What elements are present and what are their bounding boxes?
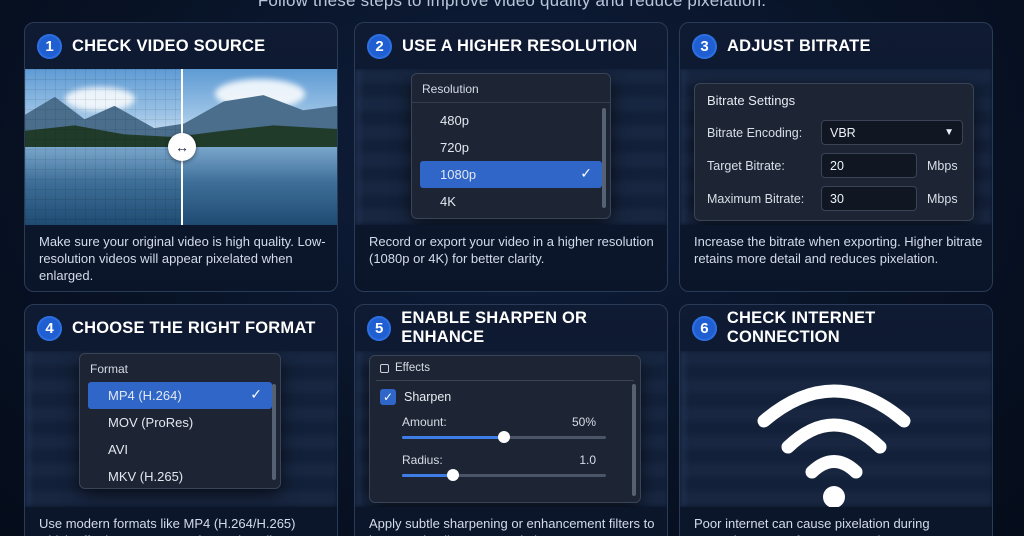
effects-icon bbox=[380, 363, 389, 373]
card-check-video-source: 1 CHECK VIDEO SOURCE ↔ Make sure your or… bbox=[24, 22, 338, 292]
step-number: 4 bbox=[37, 315, 62, 341]
encoding-value: VBR bbox=[830, 125, 856, 140]
target-row: Target Bitrate: 20 Mbps bbox=[695, 149, 973, 182]
chevron-down-icon: ▼ bbox=[944, 127, 954, 138]
sharpen-checkbox[interactable]: ✓ bbox=[380, 389, 396, 405]
option-mkv[interactable]: MKV (H.265) bbox=[88, 463, 272, 490]
card-header: 1 CHECK VIDEO SOURCE bbox=[25, 23, 337, 69]
effects-header: Effects bbox=[370, 356, 640, 380]
card-title: ADJUST BITRATE bbox=[727, 36, 871, 55]
radius-label: Radius: bbox=[402, 453, 443, 467]
step-number: 6 bbox=[692, 315, 717, 341]
check-icon: ✓ bbox=[250, 386, 262, 402]
resolution-visual: Resolution 480p 720p 1080p ✓ 4K bbox=[355, 69, 667, 225]
scrollbar[interactable] bbox=[602, 108, 606, 208]
card-title: CHECK VIDEO SOURCE bbox=[72, 36, 266, 55]
radius-value: 1.0 bbox=[579, 453, 596, 467]
amount-slider-fill bbox=[402, 436, 504, 439]
step-number: 3 bbox=[692, 33, 717, 59]
card-description: Use modern formats like MP4 (H.264/H.265… bbox=[39, 516, 296, 536]
option-1080p[interactable]: 1080p ✓ bbox=[420, 161, 602, 188]
bitrate-settings-panel: Bitrate Settings Bitrate Encoding: VBR ▼… bbox=[694, 83, 974, 221]
dropdown-title: Format bbox=[90, 362, 129, 376]
card-sharpen-enhance: 5 ENABLE SHARPEN OR ENHANCE Effects ✓ Sh… bbox=[354, 304, 668, 536]
video-compare-image: ↔ bbox=[25, 69, 337, 225]
card-title: CHECK INTERNET CONNECTION bbox=[726, 309, 876, 346]
radius-slider-fill bbox=[402, 474, 453, 477]
sharpen-row[interactable]: ✓ Sharpen bbox=[370, 381, 640, 409]
card-header: 4 CHOOSE THE RIGHT FORMAT bbox=[25, 305, 337, 351]
card-description: Poor internet can cause pixelation durin… bbox=[694, 516, 930, 536]
step-number: 5 bbox=[367, 315, 392, 341]
encoding-row: Bitrate Encoding: VBR ▼ bbox=[695, 116, 973, 149]
dropdown-title: Resolution bbox=[412, 74, 610, 103]
target-value: 20 bbox=[830, 158, 844, 173]
card-title: USE A HIGHER RESOLUTION bbox=[402, 36, 638, 55]
max-value: 30 bbox=[830, 191, 844, 206]
target-unit: Mbps bbox=[927, 158, 958, 173]
card-description: Increase the bitrate when exporting. Hig… bbox=[694, 234, 983, 266]
amount-slider-knob[interactable] bbox=[498, 431, 510, 443]
effects-visual: Effects ✓ Sharpen Amount: 50% Radius: 1.… bbox=[355, 351, 667, 507]
effects-title: Effects bbox=[395, 362, 430, 374]
encoding-label: Bitrate Encoding: bbox=[707, 125, 803, 140]
target-bitrate-input[interactable]: 20 bbox=[821, 153, 917, 178]
option-avi[interactable]: AVI bbox=[88, 436, 272, 463]
option-4k[interactable]: 4K bbox=[420, 188, 602, 215]
wifi-visual bbox=[680, 351, 992, 507]
target-label: Target Bitrate: bbox=[707, 158, 785, 173]
wifi-icon bbox=[757, 384, 911, 507]
card-description: Make sure your original video is high qu… bbox=[39, 234, 326, 283]
bitrate-visual: Bitrate Settings Bitrate Encoding: VBR ▼… bbox=[680, 69, 992, 225]
resolution-dropdown[interactable]: Resolution 480p 720p 1080p ✓ 4K bbox=[411, 73, 611, 219]
max-bitrate-input[interactable]: 30 bbox=[821, 186, 917, 211]
effects-panel: Effects ✓ Sharpen Amount: 50% Radius: 1.… bbox=[369, 355, 641, 503]
card-choose-format: 4 CHOOSE THE RIGHT FORMAT Format MP4 (H.… bbox=[24, 304, 338, 536]
radius-slider-knob[interactable] bbox=[447, 469, 459, 481]
scrollbar[interactable] bbox=[632, 384, 636, 496]
option-label: MP4 (H.264) bbox=[108, 388, 182, 403]
step-number: 2 bbox=[367, 33, 392, 59]
option-mov[interactable]: MOV (ProRes) bbox=[88, 409, 272, 436]
compare-handle-icon[interactable]: ↔ bbox=[168, 133, 196, 161]
step-number: 1 bbox=[37, 33, 62, 59]
max-label: Maximum Bitrate: bbox=[707, 191, 805, 206]
page-subtitle: Follow these steps to improve video qual… bbox=[257, 0, 767, 10]
card-description: Record or export your video in a higher … bbox=[369, 234, 654, 266]
card-title: CHOOSE THE RIGHT FORMAT bbox=[72, 318, 316, 337]
card-header: 6 CHECK INTERNET CONNECTION bbox=[680, 305, 992, 351]
card-description: Apply subtle sharpening or enhancement f… bbox=[369, 516, 655, 536]
encoding-select[interactable]: VBR ▼ bbox=[821, 120, 963, 145]
check-icon: ✓ bbox=[580, 165, 592, 181]
card-adjust-bitrate: 3 ADJUST BITRATE Bitrate Settings Bitrat… bbox=[679, 22, 993, 292]
max-row: Maximum Bitrate: 30 Mbps bbox=[695, 182, 973, 215]
card-header: 3 ADJUST BITRATE bbox=[680, 23, 992, 69]
option-480p[interactable]: 480p bbox=[420, 107, 602, 134]
amount-slider[interactable] bbox=[402, 431, 606, 443]
amount-label: Amount: bbox=[402, 415, 447, 429]
sharpen-label: Sharpen bbox=[404, 390, 452, 404]
option-mp4[interactable]: MP4 (H.264) ✓ bbox=[88, 382, 272, 409]
card-higher-resolution: 2 USE A HIGHER RESOLUTION Resolution 480… bbox=[354, 22, 668, 292]
radius-slider[interactable] bbox=[402, 469, 606, 481]
format-dropdown[interactable]: Format MP4 (H.264) ✓ MOV (ProRes) AVI MK… bbox=[79, 353, 281, 489]
card-header: 2 USE A HIGHER RESOLUTION bbox=[355, 23, 667, 69]
scrollbar[interactable] bbox=[272, 384, 276, 480]
format-visual: Format MP4 (H.264) ✓ MOV (ProRes) AVI MK… bbox=[25, 351, 337, 507]
option-label: 1080p bbox=[440, 167, 477, 182]
panel-title: Bitrate Settings bbox=[707, 93, 796, 108]
card-title: ENABLE SHARPEN OR ENHANCE bbox=[401, 309, 588, 346]
card-internet-connection: 6 CHECK INTERNET CONNECTION Poor interne… bbox=[679, 304, 993, 536]
card-header: 5 ENABLE SHARPEN OR ENHANCE bbox=[355, 305, 667, 351]
amount-label-row: Amount: 50% bbox=[370, 409, 640, 429]
amount-value: 50% bbox=[571, 415, 596, 429]
max-unit: Mbps bbox=[927, 191, 958, 206]
radius-label-row: Radius: 1.0 bbox=[370, 439, 640, 467]
option-720p[interactable]: 720p bbox=[420, 134, 602, 161]
